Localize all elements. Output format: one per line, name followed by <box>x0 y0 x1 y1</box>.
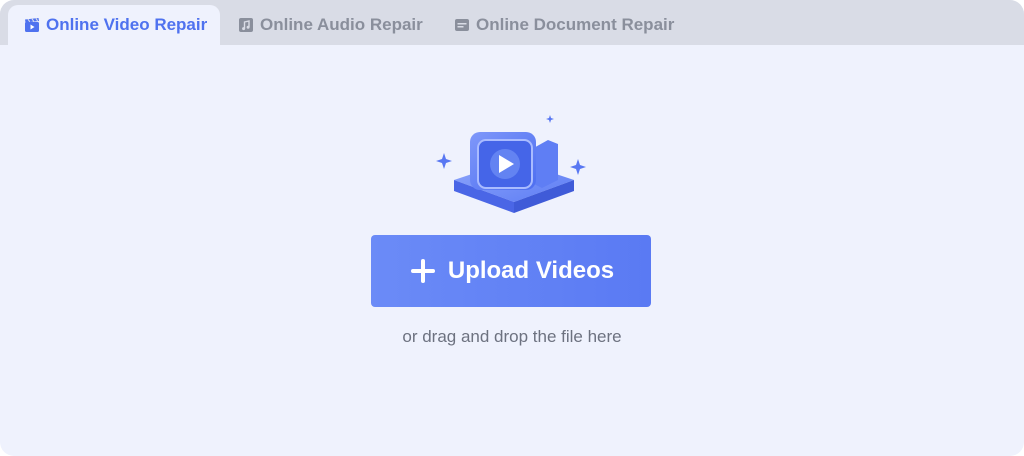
tab-bar: Online Video Repair Online Audio Repair <box>0 0 1024 45</box>
plus-icon <box>408 256 438 286</box>
tab-online-audio-repair[interactable]: Online Audio Repair <box>232 5 423 45</box>
tab-online-document-repair[interactable]: Online Document Repair <box>448 5 674 45</box>
audio-file-icon <box>238 17 254 33</box>
tab-label: Online Audio Repair <box>260 15 423 34</box>
tab-online-video-repair[interactable]: Online Video Repair <box>8 5 220 45</box>
tab-label: Online Document Repair <box>476 15 675 34</box>
video-clapper-icon <box>24 17 40 33</box>
document-icon <box>454 17 470 33</box>
video-camera-illustration <box>432 110 592 220</box>
tab-label: Online Video Repair <box>46 15 208 34</box>
upload-videos-button[interactable]: Upload Videos <box>371 235 651 307</box>
drag-drop-hint: or drag and drop the file here <box>402 327 622 346</box>
upload-button-label: Upload Videos <box>447 257 615 284</box>
video-repair-panel: Online Video Repair Online Audio Repair <box>0 0 1024 456</box>
